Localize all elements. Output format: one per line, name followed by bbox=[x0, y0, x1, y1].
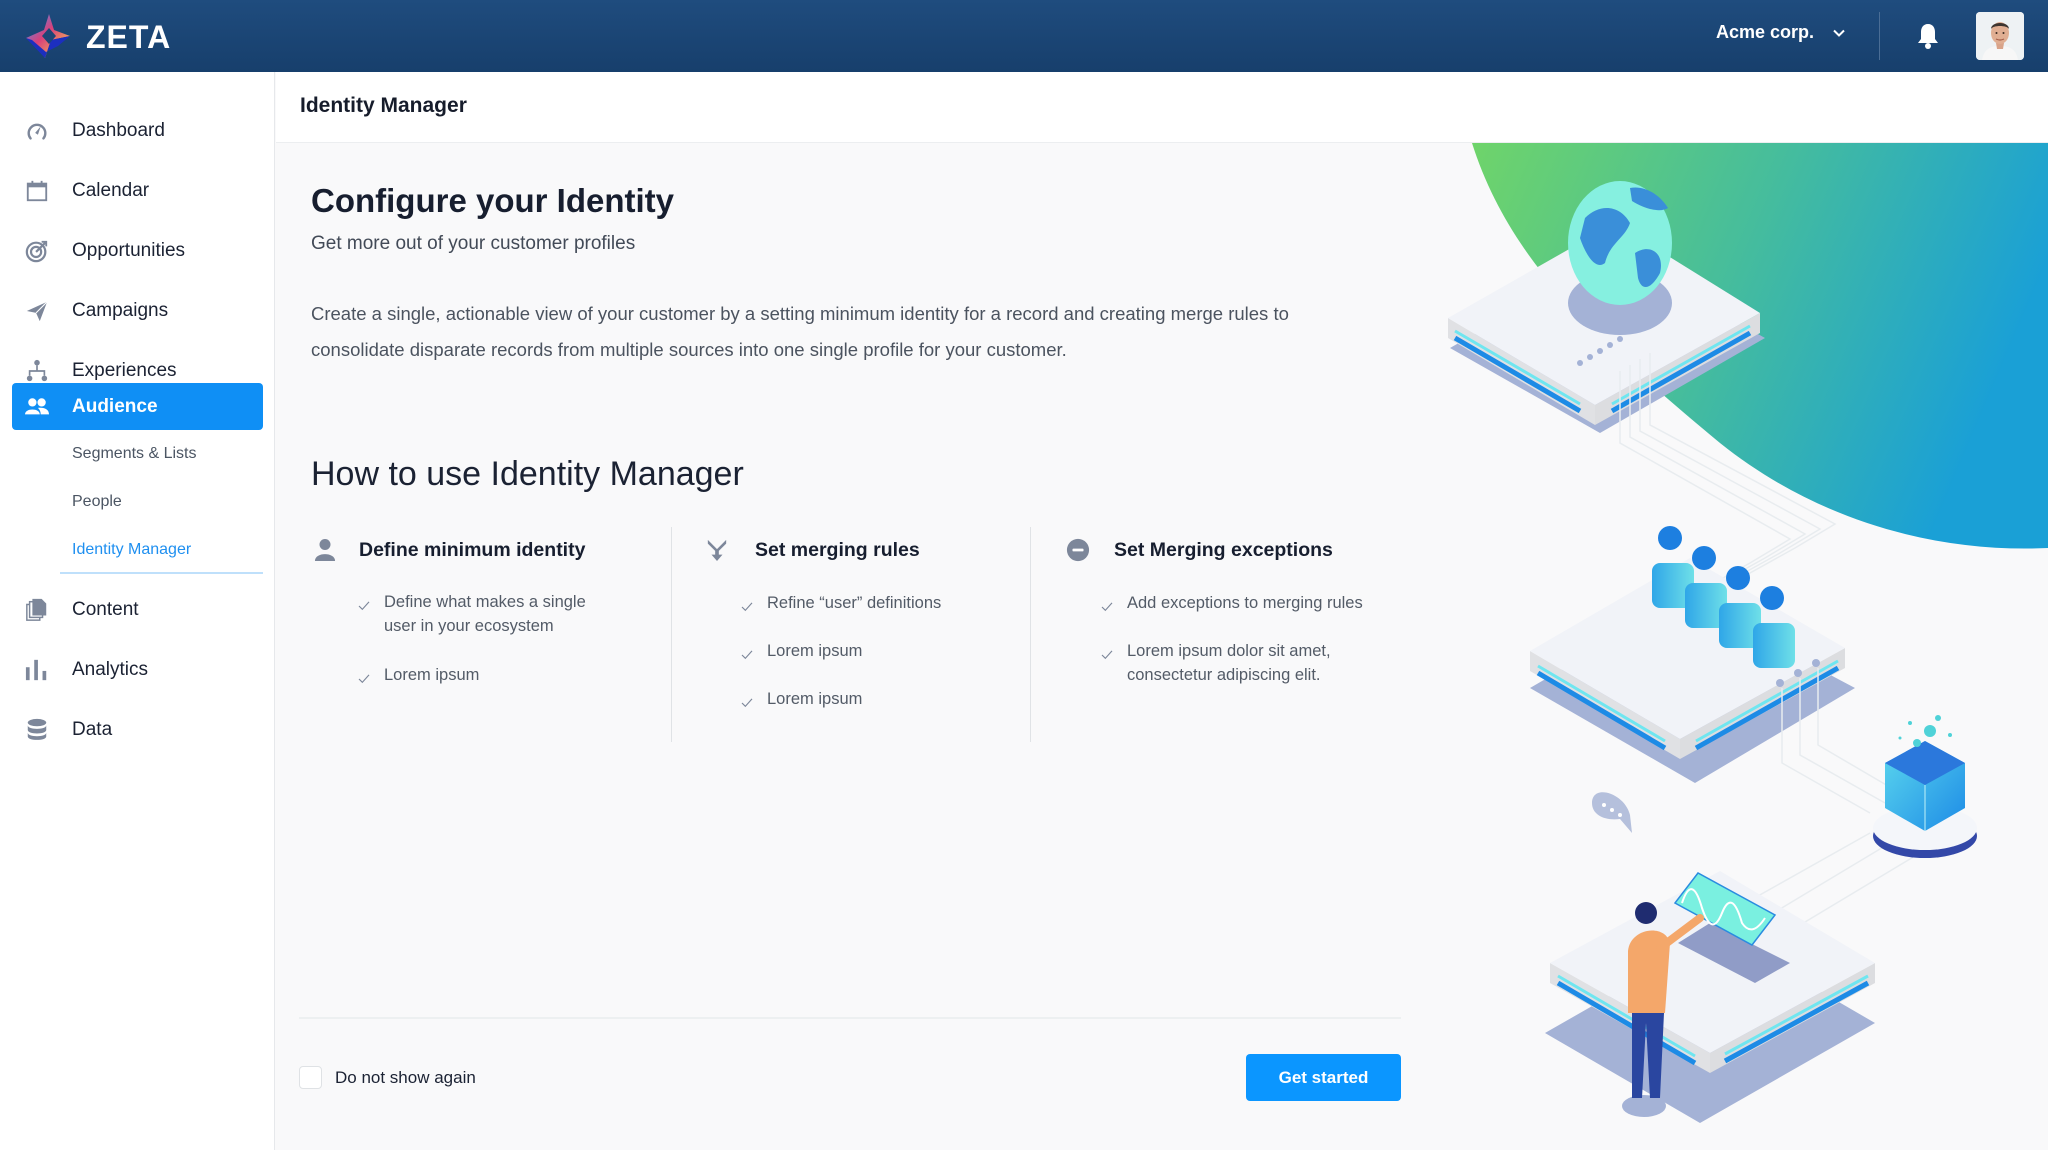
analyst-server bbox=[1545, 792, 1875, 1123]
page-subheading: Get more out of your customer profiles bbox=[311, 233, 636, 254]
top-header: ZETA Acme corp. bbox=[0, 0, 2048, 72]
sidebar-item-data[interactable]: Data bbox=[12, 707, 263, 753]
step-title: Set Merging exceptions bbox=[1114, 538, 1333, 561]
check-icon bbox=[358, 590, 372, 638]
calendar-icon bbox=[24, 178, 50, 204]
sidebar-subitem-segments-lists[interactable]: Segments & Lists bbox=[72, 445, 197, 463]
step-define-identity: Define minimum identity bbox=[311, 530, 651, 570]
step-title: Define minimum identity bbox=[359, 538, 586, 561]
sidebar-item-opportunities[interactable]: Opportunities bbox=[12, 228, 263, 274]
sidebar-item-label: Campaigns bbox=[72, 300, 169, 321]
merge-arrow-icon bbox=[703, 536, 731, 564]
sidebar-item-content[interactable]: Content bbox=[12, 587, 263, 633]
step-merging-exceptions: Set Merging exceptions bbox=[1064, 530, 1404, 570]
step-title: Set merging rules bbox=[755, 538, 920, 561]
check-icon bbox=[1101, 639, 1115, 687]
page-title-bar: Identity Manager bbox=[276, 72, 2048, 143]
do-not-show-again-checkbox[interactable] bbox=[299, 1066, 322, 1089]
bell-icon[interactable] bbox=[1915, 22, 1941, 50]
paper-plane-icon bbox=[24, 298, 50, 324]
do-not-show-again-label[interactable]: Do not show again bbox=[335, 1066, 476, 1089]
step-bullet: Add exceptions to merging rules bbox=[1101, 591, 1401, 619]
target-icon bbox=[24, 238, 50, 264]
check-icon bbox=[741, 687, 755, 715]
sidebar-item-label: Analytics bbox=[72, 659, 149, 680]
dashboard-gauge-icon bbox=[24, 118, 50, 144]
users-icon bbox=[24, 394, 50, 420]
column-divider bbox=[671, 527, 672, 742]
bar-chart-icon bbox=[24, 657, 50, 683]
check-icon bbox=[358, 663, 372, 691]
sidebar-item-label: Content bbox=[72, 599, 139, 620]
sidebar-nav: Dashboard Calendar Opportunities Campaig… bbox=[0, 72, 275, 1150]
page-heading: Configure your Identity bbox=[311, 182, 674, 219]
avatar-photo-icon bbox=[1976, 12, 2024, 60]
sidebar-item-label: Data bbox=[72, 719, 113, 740]
step-bullet: Lorem ipsum bbox=[741, 687, 1011, 715]
org-selector[interactable]: Acme corp. bbox=[1716, 22, 1846, 43]
documents-icon bbox=[24, 597, 50, 623]
how-to-title: How to use Identity Manager bbox=[311, 455, 744, 493]
step-merging-rules: Set merging rules bbox=[703, 530, 1023, 570]
hierarchy-icon bbox=[24, 358, 50, 384]
column-divider bbox=[1030, 527, 1031, 742]
active-subitem-underline bbox=[60, 572, 263, 574]
sidebar-item-calendar[interactable]: Calendar bbox=[12, 168, 263, 214]
sidebar-item-label: Experiences bbox=[72, 360, 177, 381]
sidebar-subitem-identity-manager[interactable]: Identity Manager bbox=[72, 541, 191, 559]
get-started-button[interactable]: Get started bbox=[1246, 1054, 1401, 1101]
sidebar-item-campaigns[interactable]: Campaigns bbox=[12, 288, 263, 334]
data-cube bbox=[1873, 715, 1977, 858]
sidebar-item-audience[interactable]: Audience bbox=[12, 383, 263, 430]
minus-circle-icon bbox=[1064, 536, 1092, 564]
database-icon bbox=[24, 717, 50, 743]
step-bullet: Lorem ipsum dolor sit amet, consectetur … bbox=[1101, 639, 1361, 687]
sidebar-item-label: Dashboard bbox=[72, 120, 165, 141]
step-bullet: Define what makes a single user in your … bbox=[358, 590, 618, 638]
hero-illustration bbox=[1420, 143, 2048, 1150]
step-bullet: Refine “user” definitions bbox=[741, 591, 1011, 619]
sidebar-subitem-people[interactable]: People bbox=[72, 493, 122, 511]
sidebar-item-analytics[interactable]: Analytics bbox=[12, 647, 263, 693]
brand-logo[interactable]: ZETA bbox=[24, 12, 171, 62]
page-title: Identity Manager bbox=[300, 94, 467, 117]
step-bullet: Lorem ipsum bbox=[741, 639, 1011, 667]
zeta-logo-icon bbox=[26, 14, 70, 58]
chevron-down-icon bbox=[1833, 29, 1845, 37]
sidebar-item-dashboard[interactable]: Dashboard bbox=[12, 108, 263, 154]
footer-divider bbox=[299, 1017, 1401, 1019]
sidebar-item-label: Audience bbox=[72, 395, 158, 417]
check-icon bbox=[1101, 591, 1115, 619]
person-icon bbox=[311, 536, 339, 564]
people-server bbox=[1530, 526, 1855, 783]
user-avatar[interactable] bbox=[1976, 12, 2024, 60]
check-icon bbox=[741, 639, 755, 667]
step-bullet: Lorem ipsum bbox=[358, 663, 618, 691]
brand-name: ZETA bbox=[86, 18, 172, 55]
page-description: Create a single, actionable view of your… bbox=[311, 303, 1289, 360]
sidebar-item-label: Calendar bbox=[72, 180, 150, 201]
check-icon bbox=[741, 591, 755, 619]
org-name: Acme corp. bbox=[1716, 22, 1815, 42]
sidebar-item-label: Opportunities bbox=[72, 240, 186, 261]
header-divider bbox=[1879, 12, 1880, 60]
